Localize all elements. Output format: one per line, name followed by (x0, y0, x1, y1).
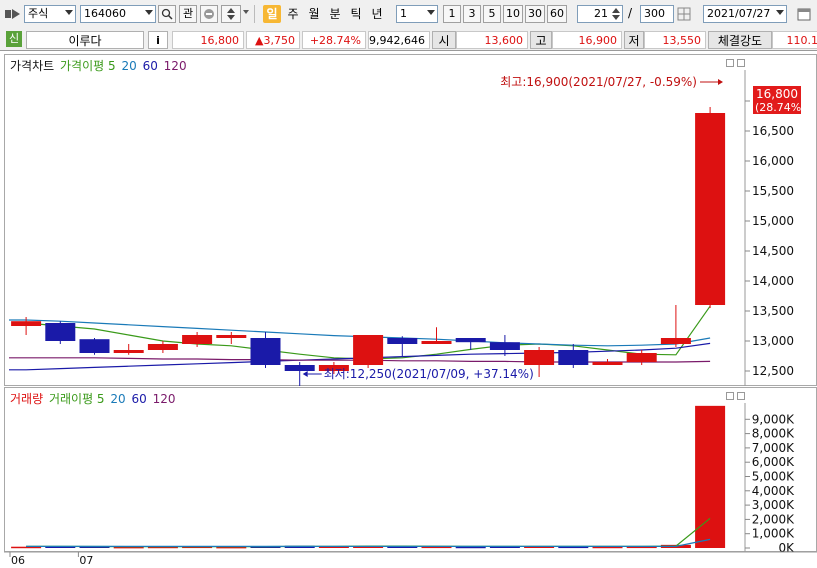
volume-y-tick-label: 6,000K (752, 455, 795, 469)
x-tick-label: 07 (79, 554, 93, 567)
volume-y-tick-label: 8,000K (752, 427, 795, 441)
volume-y-tick-label: 9,000K (752, 412, 795, 426)
volume-y-tick-label: 5,000K (752, 470, 795, 484)
volume-y-tick-label: 1,000K (752, 527, 795, 541)
x-tick-label: 06 (11, 554, 25, 567)
volume-y-tick-label: 0K (778, 541, 795, 555)
volume-ma5-line (26, 517, 711, 548)
volume-ma20-line (26, 538, 711, 548)
volume-y-tick-label: 4,000K (752, 484, 795, 498)
volume-y-tick-label: 3,000K (752, 498, 795, 512)
volume-y-tick-label: 2,000K (752, 512, 795, 526)
volume-chart: 0K1,000K2,000K3,000K4,000K5,000K6,000K7,… (4, 403, 817, 567)
volume-y-tick-label: 7,000K (752, 441, 795, 455)
